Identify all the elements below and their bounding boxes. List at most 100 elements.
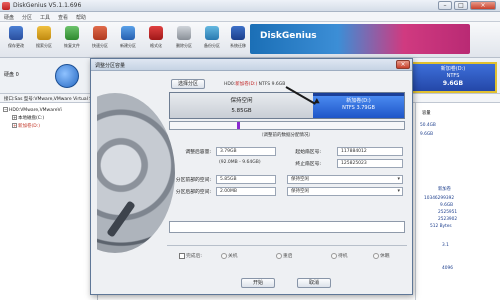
tree-item-d-label: 新加卷(D:): [18, 124, 40, 129]
info-disk: HD0:: [224, 82, 236, 87]
menu-item-partition[interactable]: 分区: [22, 14, 32, 21]
backup-icon: [205, 26, 219, 40]
expand-icon[interactable]: +: [12, 115, 17, 120]
option-standby[interactable]: 待机: [331, 252, 348, 259]
tree-item-c[interactable]: + 本地磁盘(C:): [12, 115, 44, 121]
maximize-button[interactable]: □: [454, 1, 468, 10]
front-space-select[interactable]: 保持空闲: [287, 175, 403, 184]
free-space-segment[interactable]: 保持空闲 5.85GB: [170, 93, 313, 118]
interface-info: 接口:Sas 型号:VMware,VMware Virtual S: [4, 97, 93, 102]
partition-box[interactable]: 新加卷(D:) NTFS 9.6GB: [409, 62, 497, 93]
after-size-label: 调整后容量:: [185, 150, 211, 155]
quick-partition-label: 快速分区: [92, 43, 108, 48]
promo-banner[interactable]: DiskGenius: [250, 24, 470, 54]
recover-files-button[interactable]: 恢复文件: [62, 25, 82, 53]
original-layout-slider[interactable]: [169, 121, 405, 130]
back-space-input[interactable]: 2.00MB: [216, 187, 276, 196]
detail-free-clusters: 2523902: [438, 217, 458, 222]
capacity-header: 容量: [422, 111, 431, 116]
minimize-button[interactable]: –: [438, 1, 452, 10]
option-hibernate[interactable]: 休眠: [373, 252, 390, 259]
back-space-label: 分区后部的空间:: [175, 190, 211, 195]
delete-icon: [177, 26, 191, 40]
select-partition-button[interactable]: 选择分区: [171, 79, 205, 89]
end-sector-label: 终止扇区号:: [295, 162, 321, 167]
delete-partition-label: 删除分区: [176, 43, 192, 48]
free-space-label: 保持空闲: [230, 98, 253, 104]
system-migration-button[interactable]: 系统迁移: [228, 25, 248, 53]
option-hibernate-label: 休眠: [380, 254, 390, 259]
quick-partition-button[interactable]: 快速分区: [90, 25, 110, 53]
recover-icon: [65, 26, 79, 40]
app-logo-icon: [2, 2, 10, 10]
start-sector-input[interactable]: 117884012: [337, 147, 403, 156]
option-restart[interactable]: 重启: [276, 252, 293, 259]
details-title: 新加卷: [438, 187, 451, 192]
after-done-checkbox[interactable]: 完成后:: [179, 252, 202, 259]
tree-root-disk[interactable]: − HD0:VMware,VMwareVi: [3, 107, 62, 113]
start-button[interactable]: 开始: [241, 278, 275, 288]
partition-segment-detail: NTFS 3.79GB: [342, 105, 375, 111]
partition-layout-bar: 保持空闲 5.85GB 新加卷(D:) NTFS 3.79GB: [169, 92, 405, 119]
format-button[interactable]: 格式化: [146, 25, 166, 53]
size-range: (92.0MB - 9.64GB): [219, 160, 261, 165]
dialog-title: 调整分区容量: [95, 63, 126, 69]
dialog-titlebar: 调整分区容量 ×: [91, 59, 412, 71]
dialog-close-button[interactable]: ×: [396, 60, 410, 69]
delete-partition-button[interactable]: 删除分区: [174, 25, 194, 53]
new-partition-button[interactable]: 新建分区: [118, 25, 138, 53]
capacity-value-d: 9.6GB: [420, 132, 434, 137]
partition-box-fs: NTFS: [446, 73, 460, 79]
detail-sector-size: 512 Bytes: [430, 224, 452, 229]
new-partition-icon: [121, 26, 135, 40]
save-button[interactable]: 保存更改: [6, 25, 26, 53]
after-done-label: 完成后:: [186, 254, 203, 259]
tree-item-c-label: 本地磁盘(C:): [18, 116, 45, 121]
system-migration-label: 系统迁移: [230, 43, 246, 48]
layout-hint: （调整前的数据分配情况）: [259, 133, 313, 138]
menubar: 硬盘 分区 工具 查看 帮助: [0, 12, 500, 22]
free-space-size: 5.85GB: [231, 108, 252, 114]
recover-files-label: 恢复文件: [64, 43, 80, 48]
partition-segment-name: 新加卷(D:): [346, 98, 371, 104]
tree-root-label: HD0:VMware,VMwareVi: [9, 108, 62, 113]
quick-partition-icon: [93, 26, 107, 40]
app-title: DiskGenius V5.1.1.696: [13, 2, 82, 9]
radio-icon: [221, 252, 227, 259]
capacity-value-c: 50.4GB: [420, 123, 436, 128]
menu-item-disk[interactable]: 硬盘: [4, 14, 14, 21]
backup-partition-label: 备份分区: [204, 43, 220, 48]
separator: [167, 245, 407, 246]
format-label: 格式化: [150, 43, 162, 48]
detail-size: 9.6GB: [440, 203, 454, 208]
end-sector-input[interactable]: 125825023: [337, 159, 403, 168]
back-space-select[interactable]: 保持空闲: [287, 187, 403, 196]
tree-item-d[interactable]: + 新加卷(D:): [12, 123, 40, 129]
selected-partition-info: HD0:新加卷(D:) NTFS 9.6GB: [224, 81, 285, 87]
menu-item-help[interactable]: 帮助: [76, 14, 86, 21]
detail-cluster-size: 4096: [442, 266, 453, 271]
option-restart-label: 重启: [283, 254, 293, 259]
partition-segment[interactable]: 新加卷(D:) NTFS 3.79GB: [313, 93, 404, 118]
diskgenius-logo: [97, 81, 175, 261]
menu-item-view[interactable]: 查看: [58, 14, 68, 21]
banner-text: DiskGenius: [260, 31, 317, 41]
front-space-input[interactable]: 5.85GB: [216, 175, 276, 184]
disk-label: 硬盘 0: [4, 72, 19, 78]
slider-handle[interactable]: [237, 122, 240, 129]
migration-icon: [231, 26, 245, 40]
search-partition-button[interactable]: 搜索分区: [34, 25, 54, 53]
start-sector-label: 起始扇区号:: [295, 150, 321, 155]
cancel-button[interactable]: 取消: [297, 278, 331, 288]
app-titlebar: DiskGenius V5.1.1.696 – □ ×: [0, 0, 500, 12]
close-button[interactable]: ×: [470, 1, 496, 10]
backup-partition-button[interactable]: 备份分区: [202, 25, 222, 53]
radio-icon: [276, 252, 282, 259]
collapse-icon[interactable]: −: [3, 107, 8, 112]
front-space-label: 分区前部的空间:: [175, 178, 211, 183]
menu-item-tools[interactable]: 工具: [40, 14, 50, 21]
expand-icon[interactable]: +: [12, 123, 17, 128]
format-icon: [149, 26, 163, 40]
option-shutdown[interactable]: 关机: [221, 252, 238, 259]
partition-box-name: 新加卷(D:): [440, 66, 466, 72]
